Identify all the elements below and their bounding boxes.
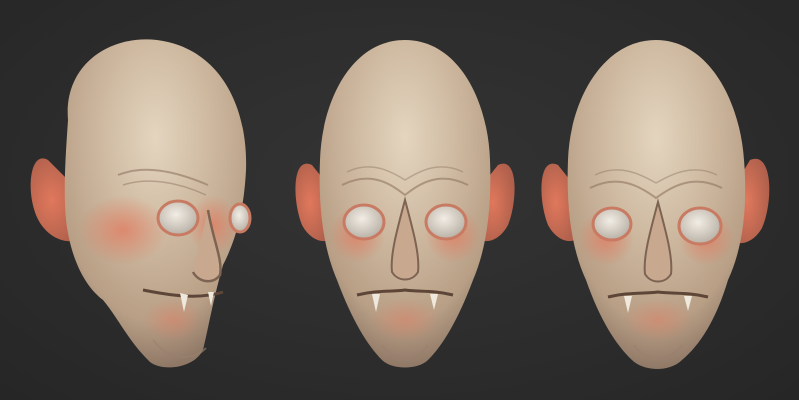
head-sculpt bbox=[541, 40, 770, 369]
front-view bbox=[272, 0, 538, 400]
front-view-alt bbox=[528, 0, 794, 400]
head-sculpt bbox=[30, 39, 252, 368]
left-eye bbox=[156, 199, 200, 237]
head-sculpt bbox=[295, 40, 515, 368]
left-eye bbox=[591, 206, 633, 242]
three-quarter-view bbox=[8, 0, 274, 400]
right-eye bbox=[424, 203, 468, 241]
right-eye bbox=[677, 206, 723, 246]
right-eye bbox=[228, 202, 252, 234]
render-canvas bbox=[0, 0, 799, 400]
left-eye bbox=[342, 203, 386, 241]
